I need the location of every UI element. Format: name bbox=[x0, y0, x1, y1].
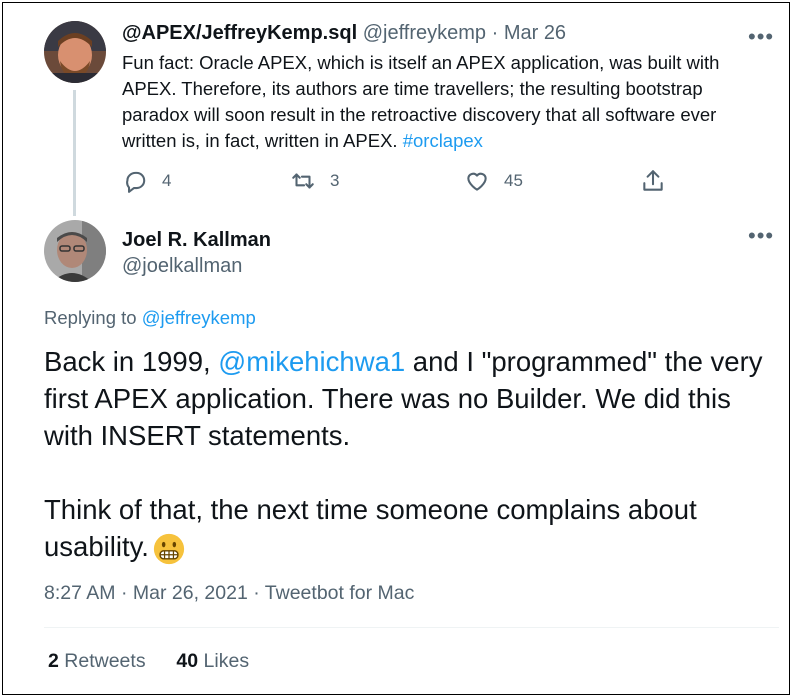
header-separator: · bbox=[491, 22, 499, 44]
parent-tweet-text: Fun fact: Oracle APEX, which is itself a… bbox=[122, 50, 772, 154]
retweets-count: 2 bbox=[48, 650, 59, 672]
author-display-name[interactable]: Joel R. Kallman bbox=[122, 229, 271, 252]
reply-button[interactable]: 4 bbox=[122, 168, 171, 194]
retweets-stat[interactable]: 2 Retweets bbox=[48, 650, 146, 672]
likes-count: 40 bbox=[176, 650, 199, 672]
parent-tweet-header: @APEX/JeffreyKemp.sql @jeffreykemp · Mar… bbox=[122, 22, 566, 45]
avatar-jeffreykemp[interactable] bbox=[44, 21, 106, 83]
share-icon bbox=[643, 170, 663, 191]
replying-to: Replying to @jeffreykemp bbox=[44, 307, 256, 329]
mention-link[interactable]: @mikehichwa1 bbox=[218, 346, 405, 377]
more-options-icon[interactable]: ••• bbox=[748, 26, 774, 48]
parent-display-name[interactable]: @APEX/JeffreyKemp.sql bbox=[122, 22, 357, 44]
thread-line bbox=[73, 90, 76, 216]
retweets-label: Retweets bbox=[64, 650, 146, 672]
share-button[interactable] bbox=[640, 168, 666, 194]
retweet-button[interactable]: 3 bbox=[290, 168, 339, 194]
meta-separator: · bbox=[120, 582, 128, 604]
replying-to-handle[interactable]: @jeffreykemp bbox=[142, 307, 256, 328]
meta-separator: · bbox=[253, 582, 260, 604]
parent-handle[interactable]: @jeffreykemp bbox=[363, 22, 486, 44]
retweet-count: 3 bbox=[330, 171, 340, 190]
like-icon bbox=[467, 172, 487, 191]
hashtag-link[interactable]: #orclapex bbox=[403, 130, 483, 151]
author-handle[interactable]: @joelkallman bbox=[122, 255, 242, 278]
tweet-source[interactable]: Tweetbot for Mac bbox=[265, 582, 415, 604]
likes-stat[interactable]: 40 Likes bbox=[176, 650, 249, 672]
tweet-text-start: Back in 1999, bbox=[44, 346, 211, 377]
grimacing-face-icon bbox=[153, 533, 185, 564]
more-options-icon[interactable]: ••• bbox=[748, 225, 774, 247]
tweet-text: Back in 1999, @mikehichwa1 and I "progra… bbox=[44, 343, 779, 565]
like-count: 45 bbox=[504, 171, 523, 190]
divider bbox=[44, 627, 779, 628]
like-button[interactable]: 45 bbox=[464, 168, 523, 194]
tweet-text-para2: Think of that, the next time someone com… bbox=[44, 494, 697, 562]
avatar-joelkallman[interactable] bbox=[44, 220, 106, 282]
tweet-stats: 2 Retweets 40 Likes bbox=[48, 650, 249, 673]
replying-to-label: Replying to bbox=[44, 307, 137, 328]
tweet-time[interactable]: 8:27 AM bbox=[44, 582, 116, 604]
reply-icon bbox=[126, 171, 146, 193]
tweet-metadata: 8:27 AM · Mar 26, 2021 · Tweetbot for Ma… bbox=[44, 582, 414, 605]
retweet-icon bbox=[292, 173, 314, 189]
reply-count: 4 bbox=[162, 171, 172, 190]
tweet-paragraph-1: Back in 1999, @mikehichwa1 and I "progra… bbox=[44, 343, 779, 454]
parent-date[interactable]: Mar 26 bbox=[504, 22, 566, 44]
tweet-paragraph-2: Think of that, the next time someone com… bbox=[44, 491, 779, 565]
tweet-date[interactable]: Mar 26, 2021 bbox=[133, 582, 248, 604]
likes-label: Likes bbox=[203, 650, 250, 672]
